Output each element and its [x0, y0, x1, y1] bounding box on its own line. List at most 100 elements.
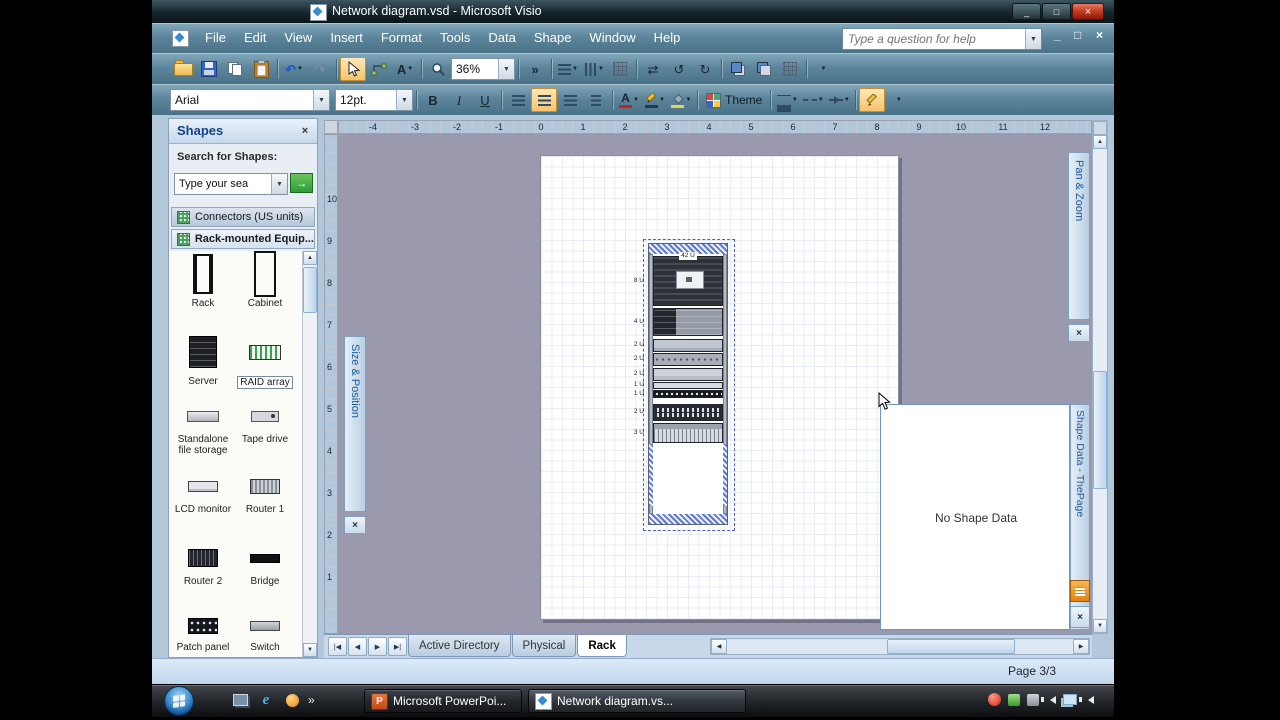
chevron-down-icon[interactable]: ▼	[271, 174, 287, 194]
next-page-button[interactable]: ▶	[368, 637, 387, 656]
tray-update-icon[interactable]	[1008, 693, 1020, 706]
menu-help[interactable]: Help	[645, 24, 690, 51]
help-search-input[interactable]	[843, 29, 1025, 49]
first-page-button[interactable]: |◀	[328, 637, 347, 656]
rack-server-8u[interactable]	[653, 256, 723, 306]
chevron-down-icon[interactable]: ▼	[572, 66, 578, 72]
shape-data-close-icon[interactable]: ×	[1070, 606, 1090, 628]
font-size-combobox[interactable]: 12pt. ▼	[335, 89, 413, 111]
font-combobox[interactable]: Arial ▼	[170, 89, 330, 111]
group-button[interactable]	[777, 57, 803, 81]
tab-physical[interactable]: Physical	[511, 635, 577, 657]
chevron-down-icon[interactable]: ▼	[792, 97, 798, 103]
tray-volume-icon[interactable]	[1041, 695, 1056, 704]
snap-glue-button[interactable]	[607, 57, 633, 81]
close-button[interactable]: ×	[1072, 3, 1104, 20]
zoom-tool-button[interactable]	[425, 57, 451, 81]
font-color-button[interactable]: A ▼	[616, 88, 642, 112]
chevron-down-icon[interactable]: ▼	[396, 90, 412, 110]
pan-zoom-pane-tab[interactable]: Pan & Zoom	[1068, 152, 1090, 320]
scroll-up-icon[interactable]: ▲	[303, 251, 317, 265]
stencil-shape-standalone-file-storage[interactable]: Standalone file storage	[173, 401, 233, 456]
chevron-down-icon[interactable]: ▼	[818, 97, 824, 103]
size-position-pane-tab[interactable]: Size & Position	[344, 336, 366, 512]
chevron-down-icon[interactable]: ▼	[633, 97, 639, 103]
align-shapes-button[interactable]: ▼	[555, 57, 581, 81]
menu-view[interactable]: View	[275, 24, 321, 51]
align-left-button[interactable]	[505, 88, 531, 112]
menu-edit[interactable]: Edit	[235, 24, 275, 51]
toolbar-overflow-button[interactable]: »	[522, 57, 548, 81]
tray-app-icon[interactable]	[1027, 693, 1039, 706]
rack-raid-array-3u[interactable]	[653, 423, 723, 443]
tab-active-directory[interactable]: Active Directory	[408, 635, 511, 657]
paste-button[interactable]	[248, 57, 274, 81]
line-ends-button[interactable]: ▼	[826, 88, 852, 112]
stencil-shape-router-1[interactable]: Router 1	[235, 471, 295, 515]
copy-button[interactable]	[222, 57, 248, 81]
chevron-down-icon[interactable]: ▼	[407, 66, 413, 72]
bring-to-front-button[interactable]	[725, 57, 751, 81]
toolbar-options-button[interactable]: ▼	[810, 57, 836, 81]
chevron-down-icon[interactable]: ▼	[297, 66, 303, 72]
doc-restore-button[interactable]: □	[1074, 28, 1081, 42]
scrollbar-thumb[interactable]	[303, 267, 317, 313]
last-page-button[interactable]: ▶|	[388, 637, 407, 656]
menu-tools[interactable]: Tools	[431, 24, 479, 51]
quick-launch-app-button[interactable]	[282, 690, 302, 710]
shape-data-database-button[interactable]	[1070, 580, 1090, 602]
tray-network-icon[interactable]	[1063, 694, 1077, 705]
menu-format[interactable]: Format	[372, 24, 431, 51]
chevron-down-icon[interactable]: ▼	[313, 90, 329, 110]
flip-horizontal-button[interactable]: ⇄	[640, 57, 666, 81]
internet-explorer-button[interactable]: e	[256, 690, 276, 710]
stencil-shape-rack[interactable]: Rack	[173, 253, 233, 309]
stencil-shape-router-2[interactable]: Router 2	[173, 543, 233, 587]
open-button[interactable]	[170, 57, 196, 81]
stencil-shape-server[interactable]: Server	[173, 331, 233, 387]
taskbar-button-powerpoint[interactable]: P Microsoft PowerPoi...	[364, 689, 522, 713]
undo-button[interactable]: ↶ ▼	[281, 57, 307, 81]
menu-data[interactable]: Data	[479, 24, 524, 51]
stencil-shape-switch[interactable]: Switch	[235, 613, 295, 653]
doc-minimize-button[interactable]: _	[1054, 28, 1061, 42]
scrollbar-thumb[interactable]	[1093, 371, 1107, 489]
shapes-scrollbar[interactable]: ▲ ▼	[302, 251, 317, 657]
toolbar-options-button[interactable]: ▼	[885, 88, 911, 112]
align-right-button[interactable]	[557, 88, 583, 112]
pointer-tool-button[interactable]	[340, 57, 366, 81]
shape-search-combobox[interactable]: Type your sea ▼	[174, 173, 288, 195]
scroll-right-icon[interactable]: ▶	[1073, 639, 1089, 654]
stencil-shape-bridge[interactable]: Bridge	[235, 543, 295, 587]
tray-audio-icon[interactable]	[1079, 695, 1094, 704]
pan-zoom-close-icon[interactable]: ×	[1068, 324, 1090, 342]
rack-unit-2u-b[interactable]	[653, 353, 723, 366]
stencil-connectors[interactable]: Connectors (US units)	[171, 207, 315, 227]
align-center-button[interactable]	[531, 88, 557, 112]
canvas-horizontal-scrollbar[interactable]: ◀ ▶	[710, 638, 1090, 655]
rack-unit-2u-c[interactable]	[653, 368, 723, 381]
underline-button[interactable]: U	[472, 88, 498, 112]
doc-close-button[interactable]: ×	[1096, 28, 1103, 42]
italic-button[interactable]: I	[446, 88, 472, 112]
chevron-down-icon[interactable]: ▼	[844, 97, 850, 103]
rack-unit-2u-a[interactable]	[653, 339, 723, 352]
save-button[interactable]	[196, 57, 222, 81]
stencil-shape-patch-panel[interactable]: Patch panel	[173, 613, 233, 653]
rack-switch-2u[interactable]	[653, 404, 723, 421]
fill-color-button[interactable]: ▼	[668, 88, 694, 112]
size-position-close-icon[interactable]: ×	[344, 516, 366, 534]
stencil-shape-raid-array[interactable]: RAID array	[235, 331, 295, 389]
scroll-up-icon[interactable]: ▲	[1093, 135, 1107, 149]
zoom-combobox[interactable]: 36% ▼	[451, 58, 515, 80]
line-weight-button[interactable]: ▼	[774, 88, 800, 112]
stencil-shape-lcd-monitor[interactable]: LCD monitor	[173, 471, 233, 515]
menu-file[interactable]: File	[196, 24, 235, 51]
chevron-right-icon[interactable]: »	[308, 690, 315, 710]
rack-unit-1u[interactable]	[653, 382, 723, 389]
stencil-rack-mounted[interactable]: Rack-mounted Equip...	[171, 229, 315, 249]
chevron-down-icon[interactable]: ▼	[686, 97, 692, 103]
scroll-down-icon[interactable]: ▼	[1093, 619, 1107, 633]
rotate-left-button[interactable]: ↺	[666, 57, 692, 81]
menu-shape[interactable]: Shape	[525, 24, 581, 51]
